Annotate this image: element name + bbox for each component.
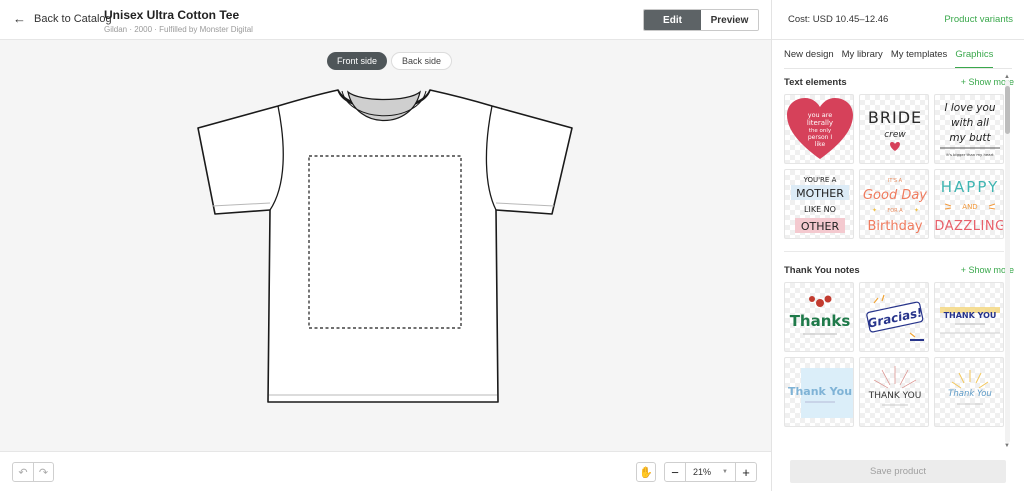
scroll-down-icon[interactable]: ▼	[1004, 443, 1010, 449]
section-title: Text elements	[784, 76, 847, 88]
thumb-text: Good Day	[863, 188, 927, 203]
graphic-thumb-thanks[interactable]: Thanks	[784, 282, 854, 352]
thumb-text: HAPPY	[941, 178, 999, 196]
svg-text:✦: ✦	[914, 207, 919, 214]
graphic-thumb-happy-dazzling[interactable]: HAPPY AND DAZZLING	[934, 169, 1004, 239]
thumb-text: FOR A	[887, 208, 903, 214]
text-elements-grid: you are literally the only person I like…	[784, 94, 1014, 239]
thumb-text: Birthday	[867, 219, 922, 234]
product-variants-link[interactable]: Product variants	[944, 14, 1013, 25]
section-title: Thank You notes	[784, 264, 860, 276]
tab-graphics[interactable]: Graphics	[955, 45, 994, 69]
thumb-text: LIKE NO	[804, 205, 836, 214]
mode-toggle: Edit Preview	[643, 9, 759, 31]
graphic-thumb-thank-you-sun[interactable]: Thank You	[934, 357, 1004, 427]
thumb-text: YOU'RE A	[803, 176, 837, 184]
thumb-text: Thank You	[788, 385, 852, 398]
thumb-text: Thank You	[948, 389, 992, 399]
thumb-text: DAZZLING	[935, 219, 1004, 234]
section-text-elements: Text elements + Show more	[784, 70, 1014, 94]
graphics-list[interactable]: Text elements + Show more you are litera…	[784, 69, 1014, 443]
heart-icon	[890, 142, 900, 151]
thumb-text: MOTHER	[796, 187, 844, 200]
thumb-text: you are	[808, 111, 833, 119]
thumb-text: person I	[808, 134, 832, 141]
thumb-text: BRIDE	[868, 108, 922, 127]
back-to-catalog-link[interactable]: ← Back to Catalog	[13, 11, 112, 26]
graphic-thumb-thank-you-blue[interactable]: THANK YOU	[934, 282, 1004, 352]
panel-scrollbar[interactable]: ▲ ▼	[1003, 74, 1011, 449]
cost-label: Cost: USD 10.45–12.46	[788, 14, 889, 25]
thumb-text: it's bigger than my heart	[946, 152, 994, 157]
tab-my-library[interactable]: My library	[842, 45, 883, 69]
zoom-in-button[interactable]: +	[736, 463, 756, 481]
panel-tabs: New design My library My templates Graph…	[784, 45, 994, 69]
graphic-thumb-bride[interactable]: BRIDE crew	[859, 94, 929, 164]
top-bar: ← Back to Catalog Unisex Ultra Cotton Te…	[0, 0, 771, 40]
thumb-text: with all	[951, 117, 989, 129]
side-switcher: Front side Back side	[327, 52, 453, 70]
graphic-thumb-good-day[interactable]: IT'S A Good Day FOR A Birthday ✦ ✦	[859, 169, 929, 239]
zoom-out-button[interactable]: −	[665, 463, 685, 481]
save-product-button[interactable]: Save product	[790, 460, 1006, 483]
product-name: Unisex Ultra Cotton Tee	[104, 8, 240, 22]
tshirt-mockup	[197, 89, 573, 403]
thumb-text: my butt	[949, 132, 991, 144]
graphic-thumb-mother[interactable]: YOU'RE A MOTHER LIKE NO OTHER	[784, 169, 854, 239]
hand-tool-icon[interactable]: ✋	[636, 462, 656, 482]
bottom-toolbar: ↶ ↷ ✋ − 21% ▼ +	[0, 451, 771, 491]
thumb-text: like	[815, 141, 826, 148]
graphic-thumb-thank-you-burst[interactable]: THANK YOU	[859, 357, 929, 427]
design-canvas[interactable]: Front side Back side	[0, 40, 771, 451]
graphic-thumb-gracias[interactable]: Gracias!	[859, 282, 929, 352]
scroll-up-icon[interactable]: ▲	[1004, 74, 1010, 80]
scrollbar-thumb[interactable]	[1005, 86, 1010, 134]
zoom-control: − 21% ▼ +	[664, 462, 757, 482]
thumb-text: literally	[807, 119, 833, 127]
chevron-down-icon: ▼	[722, 469, 728, 475]
tab-my-templates[interactable]: My templates	[891, 45, 948, 69]
product-meta: Gildan · 2000 · Fulfilled by Monster Dig…	[104, 25, 253, 34]
thumb-text: THANK YOU	[868, 391, 922, 401]
back-label: Back to Catalog	[34, 13, 112, 25]
section-divider	[784, 251, 1004, 252]
thumb-text: OTHER	[801, 220, 840, 233]
thumb-text: AND	[962, 203, 977, 211]
section-thank-you-notes: Thank You notes + Show more	[784, 258, 1014, 282]
zoom-select[interactable]: 21% ▼	[685, 463, 736, 481]
front-side-button[interactable]: Front side	[327, 52, 388, 70]
graphic-thumb-heart[interactable]: you are literally the only person I like	[784, 94, 854, 164]
zoom-value: 21%	[693, 467, 712, 477]
arrow-left-icon: ←	[13, 11, 26, 26]
back-side-button[interactable]: Back side	[391, 52, 453, 70]
preview-button[interactable]: Preview	[701, 10, 758, 30]
thank-you-grid: Thanks Gracias! THANK YOU Thank You THAN…	[784, 282, 1014, 427]
thumb-text: I love you	[944, 102, 995, 114]
graphic-thumb-thank-you-script[interactable]: Thank You	[784, 357, 854, 427]
thumb-text: Thanks	[790, 312, 851, 330]
svg-text:✦: ✦	[872, 207, 877, 214]
panel-header: Cost: USD 10.45–12.46 Product variants	[772, 0, 1024, 40]
product-info: Unisex Ultra Cotton Tee Gildan · 2000 · …	[104, 8, 253, 34]
undo-icon[interactable]: ↶	[13, 463, 33, 481]
thumb-text: THANK YOU	[944, 311, 997, 320]
thumb-text: crew	[884, 130, 906, 140]
history-controls: ↶ ↷	[12, 462, 54, 482]
thumb-text: IT'S A	[888, 178, 903, 184]
redo-icon[interactable]: ↷	[33, 463, 53, 481]
edit-button[interactable]: Edit	[644, 10, 701, 30]
tab-new-design[interactable]: New design	[784, 45, 834, 69]
right-panel: Cost: USD 10.45–12.46 Product variants N…	[771, 0, 1024, 491]
graphic-thumb-love-butt[interactable]: I love you with all my butt it's bigger …	[934, 94, 1004, 164]
